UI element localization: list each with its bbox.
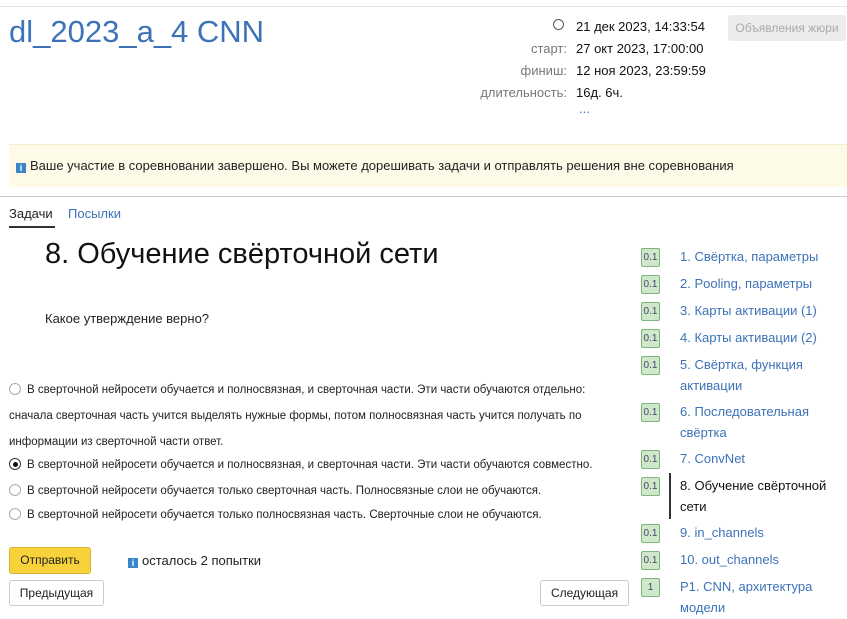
option-text: В сверточной нейросети обучается только … [27,509,542,521]
problem-link[interactable]: 10. out_channels [680,549,845,570]
duration-label: длительность: [480,85,567,100]
duration: 16д. 6ч. [576,85,623,100]
score-badge: 0.1 [641,302,660,321]
problem-link[interactable]: 5. Свёртка, функция активации [680,354,845,396]
previous-button[interactable]: Предыдущая [9,580,104,606]
more-link[interactable]: ... [579,101,590,116]
problem-link[interactable]: 3. Карты активации (1) [680,300,845,321]
current-problem-indicator [669,473,671,519]
score-badge: 0.1 [641,551,660,570]
score-badge: 0.1 [641,450,660,469]
problem-title: 8. Обучение свёрточной сети [45,238,439,270]
next-button[interactable]: Следующая [540,580,629,606]
answer-option[interactable]: В сверточной нейросети обучается только … [9,503,609,527]
current-time: 21 дек 2023, 14:33:54 [576,19,705,34]
active-tab-indicator [9,226,55,228]
attempts-text: осталось 2 попытки [142,553,262,568]
problem-link[interactable]: 9. in_channels [680,522,845,543]
notice-text: Ваше участие в соревновании завершено. В… [30,158,734,173]
start-label: старт: [530,41,567,56]
tab-submissions[interactable]: Посылки [68,206,121,221]
contest-title: dl_2023_a_4 CNN [9,14,265,49]
question-text: Какое утверждение верно? [45,311,210,326]
answer-option[interactable]: В сверточной нейросети обучается только … [9,479,609,503]
problem-link[interactable]: 4. Карты активации (2) [680,327,845,348]
clock-icon [553,19,564,30]
score-badge: 0.1 [641,477,660,496]
answer-option[interactable]: В сверточной нейросети обучается и полно… [9,377,609,455]
notice-banner: i Ваше участие в соревновании завершено. … [9,144,847,187]
radio-button-selected[interactable] [9,458,21,470]
problem-link[interactable]: 2. Pooling, параметры [680,273,845,294]
score-badge: 0.1 [641,275,660,294]
problem-link[interactable]: P1. CNN, архитектура модели [680,576,845,618]
answer-option[interactable]: В сверточной нейросети обучается и полно… [9,453,609,477]
option-text: В сверточной нейросети обучается и полно… [9,384,586,448]
tab-problems[interactable]: Задачи [9,206,53,221]
score-badge: 0.1 [641,356,660,375]
option-text: В сверточной нейросети обучается и полно… [27,459,593,471]
radio-button[interactable] [9,383,21,395]
option-text: В сверточной нейросети обучается только … [27,485,542,497]
problem-link[interactable]: 1. Свёртка, параметры [680,246,845,267]
score-badge: 0.1 [641,329,660,348]
divider [0,196,847,197]
problem-link[interactable]: 8. Обучение свёрточной сети [680,475,845,517]
top-divider [0,6,847,7]
score-badge: 0.1 [641,248,660,267]
score-badge: 0.1 [641,403,660,422]
score-badge: 0.1 [641,524,660,543]
problem-link[interactable]: 7. ConvNet [680,448,845,469]
info-icon: i [128,558,138,568]
jury-announcements-button[interactable]: Объявления жюри [728,15,846,41]
start-time: 27 окт 2023, 17:00:00 [576,41,704,56]
attempts-remaining: i осталось 2 попытки [128,553,261,568]
radio-button[interactable] [9,484,21,496]
score-badge: 1 [641,578,660,597]
finish-time: 12 ноя 2023, 23:59:59 [576,63,706,78]
radio-button[interactable] [9,508,21,520]
problem-link[interactable]: 6. Последовательная свёртка [680,401,845,443]
finish-label: финиш: [520,63,567,78]
info-icon: i [16,163,26,173]
submit-button[interactable]: Отправить [9,547,91,574]
